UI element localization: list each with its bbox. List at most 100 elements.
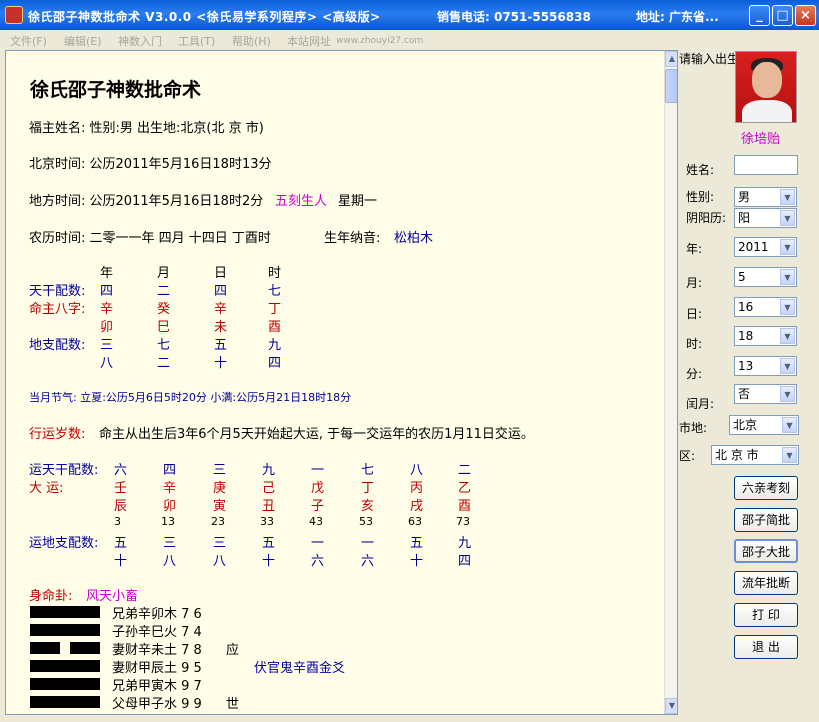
province-value: 北京	[733, 418, 758, 432]
dayun-age: 63	[408, 515, 422, 528]
menu-file[interactable]: 文件(F)	[10, 33, 47, 49]
chevron-down-icon[interactable]: ▼	[780, 239, 795, 255]
scroll-down-icon[interactable]: ▼	[665, 698, 677, 714]
dayun-stem: 壬	[114, 481, 128, 496]
yun-tian-num: 七	[361, 463, 375, 478]
name-label: 姓名:	[686, 163, 715, 177]
app-icon[interactable]	[5, 6, 23, 24]
dizhi-num: 八	[100, 356, 114, 371]
minute-label: 分:	[686, 367, 703, 381]
yao-line-yang	[30, 678, 100, 690]
dayun-age: 53	[359, 515, 373, 528]
minute-select[interactable]: 13 ▼	[734, 356, 797, 376]
bazi-branch: 卯	[100, 320, 114, 335]
dayun-branch: 卯	[163, 499, 177, 514]
annual-reading-button[interactable]: 流年批断	[734, 571, 798, 595]
fushen-text: 伏官鬼辛酉金爻	[254, 661, 346, 676]
vertical-scrollbar[interactable]: ▲ ▼	[664, 51, 677, 714]
yun-di-num: 五	[262, 536, 276, 551]
dayun-stem: 丙	[410, 481, 424, 496]
print-button[interactable]: 打 印	[734, 603, 798, 627]
chevron-down-icon[interactable]: ▼	[780, 210, 795, 226]
menu-bar: 文件(F) 编辑(E) 神数入门 工具(T) 帮助(H) 本站网址 www.zh…	[0, 30, 819, 50]
yun-di-num: 九	[458, 536, 472, 551]
yao-text: 父母甲子水 9 9	[112, 697, 202, 712]
tiangan-num: 四	[100, 284, 114, 299]
district-select[interactable]: 北 京 市 ▼	[711, 445, 799, 465]
scroll-up-icon[interactable]: ▲	[665, 51, 677, 67]
dayun-branch: 子	[311, 499, 325, 514]
calendar-select[interactable]: 阳 ▼	[734, 208, 797, 228]
menu-edit[interactable]: 编辑(E)	[64, 33, 102, 49]
yun-di-num: 十	[410, 554, 424, 569]
hour-select[interactable]: 18 ▼	[734, 326, 797, 346]
yun-tian-label: 运天干配数:	[29, 463, 99, 478]
yun-di-num: 十	[262, 554, 276, 569]
qiyun-text: 命主从出生后3年6个月5天开始起大运, 于每一交运年的农历1月11日交运。	[99, 427, 534, 442]
calendar-label: 阴阳历:	[686, 211, 727, 225]
dayun-branch: 亥	[361, 499, 375, 514]
dayun-stem: 己	[262, 481, 276, 496]
input-prompt: 请输入出生	[679, 52, 735, 66]
year-select[interactable]: 2011 ▼	[734, 237, 797, 257]
gua-name: 风天小畜	[86, 589, 139, 604]
photo-caption: 徐培贻	[741, 132, 781, 147]
scroll-thumb[interactable]	[665, 69, 677, 103]
menu-site-url[interactable]: www.zhouyi27.com	[336, 36, 423, 46]
pillar-header: 日	[214, 266, 228, 281]
dayun-stem: 戊	[311, 481, 325, 496]
chevron-down-icon[interactable]: ▼	[780, 328, 795, 344]
bazi-stem: 丁	[268, 302, 282, 317]
liuqin-button[interactable]: 六亲考刻	[734, 476, 798, 500]
exit-button[interactable]: 退 出	[734, 635, 798, 659]
name-input[interactable]	[734, 155, 798, 175]
bazi-stem: 癸	[157, 302, 171, 317]
bazi-branch: 巳	[157, 320, 171, 335]
leap-select[interactable]: 否 ▼	[734, 384, 797, 404]
bazi-stem: 辛	[214, 302, 228, 317]
gender-select[interactable]: 男 ▼	[734, 187, 797, 207]
title-bar[interactable]: 徐氏邵子神数批命术 V3.0.0 <徐氏易学系列程序> <高级版> 销售电话: …	[0, 0, 819, 30]
brief-reading-button[interactable]: 邵子简批	[734, 508, 798, 532]
month-select[interactable]: 5 ▼	[734, 267, 797, 287]
close-button[interactable]: ×	[795, 5, 816, 26]
shi-mark: 世	[226, 697, 240, 712]
address-text: 地址: 广东省...	[636, 10, 719, 24]
maximize-button[interactable]: □	[772, 5, 793, 26]
minimize-button[interactable]: _	[749, 5, 770, 26]
province-select[interactable]: 北京 ▼	[729, 415, 799, 435]
dayun-branch: 戌	[410, 499, 424, 514]
yun-di-num: 一	[311, 536, 325, 551]
day-select[interactable]: 16 ▼	[734, 297, 797, 317]
chevron-down-icon[interactable]: ▼	[780, 189, 795, 205]
full-reading-button[interactable]: 邵子大批	[734, 539, 798, 563]
menu-tools[interactable]: 工具(T)	[178, 33, 215, 49]
birth-ke: 五刻生人	[275, 194, 328, 209]
district-value: 北 京 市	[715, 448, 759, 462]
chevron-down-icon[interactable]: ▼	[780, 299, 795, 315]
yao-text: 兄弟辛卯木 7 6	[112, 607, 202, 622]
leap-value: 否	[738, 387, 751, 401]
month-value: 5	[738, 270, 746, 284]
ying-mark: 应	[226, 643, 240, 658]
yao-line-yang	[30, 606, 100, 618]
yun-tian-num: 三	[213, 463, 227, 478]
yun-di-num: 十	[114, 554, 128, 569]
dizhi-num: 四	[268, 356, 282, 371]
menu-intro[interactable]: 神数入门	[118, 33, 162, 49]
chevron-down-icon[interactable]: ▼	[780, 358, 795, 374]
calendar-value: 阳	[738, 211, 751, 225]
chevron-down-icon[interactable]: ▼	[780, 386, 795, 402]
leap-label: 闰月:	[686, 397, 715, 411]
chevron-down-icon[interactable]: ▼	[782, 447, 797, 463]
dayun-stem: 庚	[213, 481, 227, 496]
beijing-time: 北京时间: 公历2011年5月16日18时13分	[29, 157, 272, 172]
chevron-down-icon[interactable]: ▼	[780, 269, 795, 285]
menu-site[interactable]: 本站网址	[287, 33, 331, 49]
menu-help[interactable]: 帮助(H)	[232, 33, 271, 49]
chevron-down-icon[interactable]: ▼	[782, 417, 797, 433]
yun-di-num: 四	[458, 554, 472, 569]
dizhi-num: 九	[268, 338, 282, 353]
bazi-branch: 酉	[268, 320, 282, 335]
dizhi-num: 三	[100, 338, 114, 353]
